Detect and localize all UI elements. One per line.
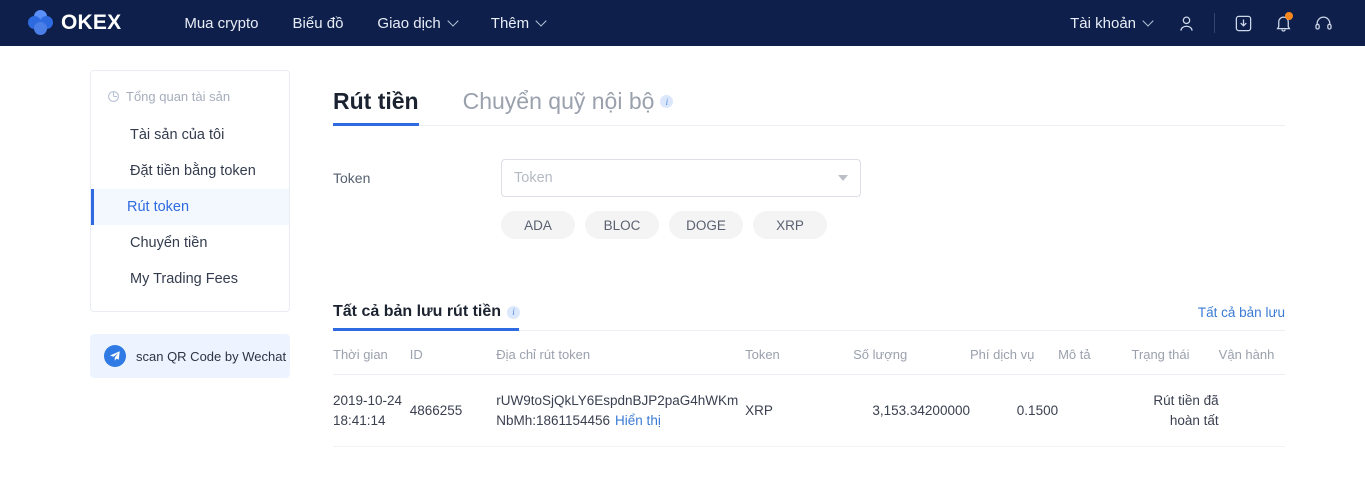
asset-overview-icon bbox=[108, 90, 119, 102]
token-chip-label: DOGE bbox=[686, 217, 726, 233]
column-header-token: Token bbox=[745, 333, 854, 375]
cell-id: 4866255 bbox=[409, 374, 497, 448]
records-header: Tất cả bản lưu rút tiền i Tất cả bản lưu bbox=[333, 297, 1285, 331]
chevron-down-icon bbox=[1142, 15, 1154, 27]
sidebar-item-deposit-token[interactable]: Đặt tiền bằng token bbox=[91, 153, 289, 189]
token-chip-label: XRP bbox=[776, 217, 804, 233]
header-divider bbox=[1214, 13, 1215, 33]
cell-address: rUW9toSjQkLY6EspdnBJP2paG4hWKm NbMh:1861… bbox=[496, 374, 746, 448]
sidebar-item-label: Chuyển tiền bbox=[130, 235, 208, 251]
chevron-down-icon bbox=[447, 15, 459, 27]
token-chip-ada[interactable]: ADA bbox=[501, 211, 575, 239]
tab-withdraw[interactable]: Rút tiền bbox=[333, 88, 419, 126]
column-header-description: Mô tả bbox=[1058, 333, 1132, 375]
account-menu[interactable]: Tài khoản bbox=[1056, 0, 1166, 46]
nav-buy-crypto-label: Mua crypto bbox=[184, 14, 259, 32]
paper-plane-icon bbox=[104, 345, 126, 367]
records-title: Tất cả bản lưu rút tiền i bbox=[333, 303, 521, 331]
sidebar-item-label: Đặt tiền bằng token bbox=[130, 163, 256, 179]
sidebar-item-my-assets[interactable]: Tài sản của tôi bbox=[91, 117, 289, 153]
nav-buy-crypto[interactable]: Mua crypto bbox=[167, 0, 275, 46]
header-actions: Tài khoản bbox=[1056, 0, 1365, 46]
cell-token: XRP bbox=[745, 374, 854, 448]
nav-charts-label: Biểu đồ bbox=[292, 14, 344, 32]
token-chip-bloc[interactable]: BLOC bbox=[585, 211, 659, 239]
table-header-row: Thời gian ID Địa chỉ rút token Token Số … bbox=[333, 333, 1285, 375]
column-header-address: Địa chỉ rút token bbox=[496, 333, 746, 375]
sidebar-card: Tổng quan tài sản Tài sản của tôi Đặt ti… bbox=[90, 70, 290, 312]
sidebar-item-label: My Trading Fees bbox=[130, 271, 238, 287]
record-address: rUW9toSjQkLY6EspdnBJP2paG4hWKm bbox=[496, 393, 739, 408]
token-field-label: Token bbox=[333, 170, 371, 186]
nav-charts[interactable]: Biểu đồ bbox=[276, 0, 361, 46]
show-address-link[interactable]: Hiển thị bbox=[615, 413, 661, 428]
cell-time: 2019-10-24 18:41:14 bbox=[333, 374, 410, 448]
chevron-down-icon bbox=[838, 175, 848, 181]
nav-more-label: Thêm bbox=[490, 14, 530, 32]
chevron-down-icon bbox=[535, 15, 547, 27]
column-header-fee: Phí dịch vụ bbox=[969, 333, 1059, 375]
nav-trade[interactable]: Giao dịch bbox=[360, 0, 473, 46]
wechat-qr-label: scan QR Code by Wechat bbox=[136, 348, 287, 364]
content-tabs: Rút tiền Chuyển quỹ nội bộ i bbox=[333, 70, 1285, 126]
cell-description bbox=[1058, 374, 1132, 448]
column-header-time: Thời gian bbox=[333, 333, 410, 375]
tab-internal-transfer[interactable]: Chuyển quỹ nội bộ i bbox=[463, 88, 674, 125]
token-form-row: Token Token bbox=[333, 159, 1285, 197]
withdrawal-records: Tất cả bản lưu rút tiền i Tất cả bản lưu… bbox=[333, 297, 1285, 448]
sidebar-item-trading-fees[interactable]: My Trading Fees bbox=[91, 261, 289, 297]
notification-badge bbox=[1285, 12, 1293, 20]
records-table: Thời gian ID Địa chỉ rút token Token Số … bbox=[333, 333, 1285, 448]
column-header-id: ID bbox=[409, 333, 497, 375]
main-content: Rút tiền Chuyển quỹ nội bộ i Token Token… bbox=[333, 70, 1285, 448]
user-icon[interactable] bbox=[1166, 0, 1206, 46]
tab-withdraw-label: Rút tiền bbox=[333, 88, 419, 114]
all-records-link[interactable]: Tất cả bản lưu bbox=[1198, 305, 1285, 330]
brand-name: OKEX bbox=[61, 11, 122, 34]
headset-icon[interactable] bbox=[1303, 0, 1343, 46]
nav-more[interactable]: Thêm bbox=[474, 0, 562, 46]
cell-fee: 0.1500 bbox=[969, 374, 1059, 448]
okex-logo-icon bbox=[28, 10, 54, 36]
record-time: 18:41:14 bbox=[333, 412, 386, 428]
page-body: Tổng quan tài sản Tài sản của tôi Đặt ti… bbox=[0, 46, 1365, 448]
nav-trade-label: Giao dịch bbox=[377, 14, 441, 32]
token-chip-xrp[interactable]: XRP bbox=[753, 211, 827, 239]
sidebar-item-transfer[interactable]: Chuyển tiền bbox=[91, 225, 289, 261]
token-chip-label: BLOC bbox=[603, 217, 641, 233]
sidebar-item-label: Tài sản của tôi bbox=[130, 127, 225, 143]
sidebar-section-label: Tổng quan tài sản bbox=[126, 88, 231, 104]
cell-amount: 3,153.34200000 bbox=[853, 374, 970, 448]
column-header-operation: Vận hành bbox=[1218, 333, 1285, 375]
table-row: 2019-10-24 18:41:14 4866255 rUW9toSjQkLY… bbox=[333, 374, 1285, 448]
cell-operation bbox=[1218, 374, 1285, 448]
sidebar: Tổng quan tài sản Tài sản của tôi Đặt ti… bbox=[90, 70, 290, 447]
token-chip-doge[interactable]: DOGE bbox=[669, 211, 743, 239]
top-header: OKEX Mua crypto Biểu đồ Giao dịch Thêm T… bbox=[0, 0, 1365, 46]
column-header-amount: Số lượng bbox=[853, 333, 970, 375]
cell-status: Rút tiền đã hoàn tất bbox=[1131, 374, 1219, 448]
sidebar-item-label: Rút token bbox=[127, 199, 190, 215]
records-title-label: Tất cả bản lưu rút tiền bbox=[333, 303, 502, 320]
main-nav: Mua crypto Biểu đồ Giao dịch Thêm bbox=[167, 0, 562, 46]
sidebar-section-header: Tổng quan tài sản bbox=[91, 85, 289, 107]
okex-logo[interactable]: OKEX bbox=[28, 0, 121, 46]
tab-internal-transfer-label: Chuyển quỹ nội bộ bbox=[462, 88, 655, 114]
record-memo: NbMh:1861154456 bbox=[496, 412, 611, 428]
bell-icon[interactable] bbox=[1263, 0, 1303, 46]
record-memo-line: NbMh:1861154456 Hiển thị bbox=[496, 411, 745, 431]
token-select-placeholder: Token bbox=[514, 170, 553, 186]
account-menu-label: Tài khoản bbox=[1070, 14, 1136, 32]
info-icon[interactable]: i bbox=[660, 95, 674, 108]
record-date: 2019-10-24 bbox=[333, 393, 403, 408]
token-quick-chips: ADA BLOC DOGE XRP bbox=[501, 211, 1285, 239]
token-select[interactable]: Token bbox=[501, 159, 861, 197]
sidebar-item-withdraw-token[interactable]: Rút token bbox=[91, 189, 289, 225]
download-icon[interactable] bbox=[1223, 0, 1263, 46]
info-icon[interactable]: i bbox=[507, 305, 521, 319]
column-header-status: Trạng thái bbox=[1131, 333, 1219, 375]
token-chip-label: ADA bbox=[524, 217, 552, 233]
wechat-qr-promo[interactable]: scan QR Code by Wechat bbox=[90, 334, 290, 378]
